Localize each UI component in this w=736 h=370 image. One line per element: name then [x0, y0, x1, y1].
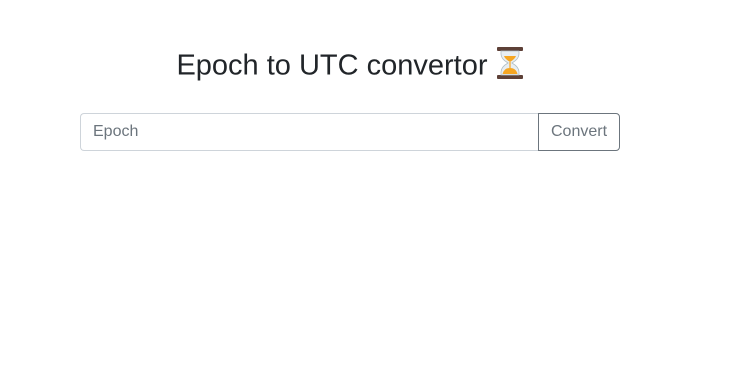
convert-button[interactable]: Convert	[538, 113, 620, 151]
hourglass-icon	[496, 46, 524, 80]
page: Epoch to UTC convertor Convert	[0, 0, 736, 370]
page-title-text: Epoch to UTC convertor	[176, 49, 488, 82]
page-title: Epoch to UTC convertor	[0, 44, 700, 85]
epoch-input-group: Convert	[80, 113, 620, 151]
epoch-input[interactable]	[80, 113, 538, 151]
